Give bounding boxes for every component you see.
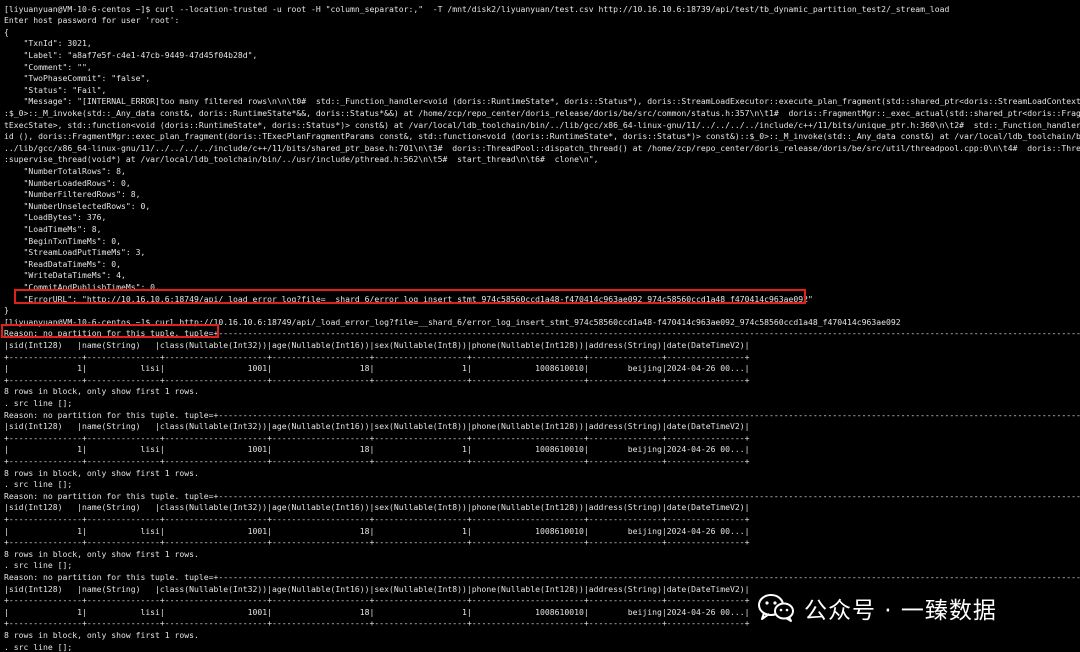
- wechat-icon: [758, 594, 794, 622]
- terminal-line: [liyuanyuan@VM-10-6-centos ~]$ curl --lo…: [4, 3, 950, 14]
- terminal-line: | 1| lisi| 1001| 18| 1| 1008610010| beij…: [4, 606, 750, 617]
- terminal-line: "TwoPhaseCommit": "false",: [4, 73, 151, 84]
- terminal-line: +---------------+---------------+-------…: [4, 513, 750, 524]
- terminal-line: Reason: no partition for this tuple. tup…: [4, 328, 1080, 339]
- terminal-line: | 1| lisi| 1001| 18| 1| 1008610010| beij…: [4, 444, 750, 455]
- terminal-line: +---------------+---------------+-------…: [4, 351, 750, 362]
- terminal-line: +---------------+---------------+-------…: [4, 432, 750, 443]
- terminal-line: | 1| lisi| 1001| 18| 1| 1008610010| beij…: [4, 363, 750, 374]
- terminal-line: tExecState>, std::function<void (doris::…: [4, 119, 1080, 130]
- terminal-line: . src line [];: [4, 397, 73, 408]
- terminal-line: "CommitAndPublishTimeMs": 0,: [4, 281, 160, 292]
- terminal-line: "WriteDataTimeMs": 4,: [4, 270, 126, 281]
- terminal-line: ../lib/gcc/x86_64-linux-gnu/11/../../../…: [4, 142, 1080, 153]
- terminal-line: :supervise_thread(void*) at /var/local/l…: [4, 154, 599, 165]
- terminal-line: 8 rows in block, only show first 1 rows.: [4, 467, 199, 478]
- terminal-line: "NumberUnselectedRows": 0,: [4, 200, 151, 211]
- terminal-line: |sid(Int128) |name(String) |class(Nullab…: [4, 502, 750, 513]
- terminal-line: . src line [];: [4, 560, 73, 571]
- terminal-line: "Comment": "",: [4, 61, 92, 72]
- terminal-line: Reason: no partition for this tuple. tup…: [4, 409, 1080, 420]
- terminal-line: +---------------+---------------+-------…: [4, 618, 750, 629]
- terminal-line: |sid(Int128) |name(String) |class(Nullab…: [4, 339, 750, 350]
- terminal-line: "TxnId": 3021,: [4, 38, 92, 49]
- terminal-line: "Label": "a8af7e5f-c4e1-47cb-9449-47d45f…: [4, 49, 258, 60]
- terminal-line: "Status": "Fail",: [4, 84, 107, 95]
- terminal-line: 8 rows in block, only show first 1 rows.: [4, 629, 199, 640]
- terminal-line: }: [4, 305, 9, 316]
- terminal-line: +---------------+---------------+-------…: [4, 537, 750, 548]
- terminal-line: . src line [];: [4, 641, 73, 652]
- terminal-line: {: [4, 26, 9, 37]
- terminal-line: "NumberTotalRows": 8,: [4, 165, 126, 176]
- terminal-line: Reason: no partition for this tuple. tup…: [4, 571, 1080, 582]
- terminal-line: |sid(Int128) |name(String) |class(Nullab…: [4, 583, 750, 594]
- terminal-line: . src line [];: [4, 479, 73, 490]
- terminal-line: "Message": "[INTERNAL_ERROR]too many fil…: [4, 96, 1080, 107]
- terminal-line: |sid(Int128) |name(String) |class(Nullab…: [4, 421, 750, 432]
- terminal-line: +---------------+---------------+-------…: [4, 595, 750, 606]
- terminal-line: 8 rows in block, only show first 1 rows.: [4, 386, 199, 397]
- terminal-line: +---------------+---------------+-------…: [4, 455, 750, 466]
- terminal-line: id (), doris::FragmentMgr::exec_plan_fra…: [4, 131, 1080, 142]
- terminal-line: "BeginTxnTimeMs": 0,: [4, 235, 121, 246]
- terminal-line: "ReadDataTimeMs": 0,: [4, 258, 121, 269]
- terminal-line: [liyuanyuan@VM-10-6-centos ~]$ curl http…: [4, 316, 901, 327]
- terminal-line: Enter host password for user 'root':: [4, 15, 180, 26]
- terminal-line: :$_0>::_M_invoke(std::_Any_data const&, …: [4, 107, 1080, 118]
- terminal-line: "NumberFilteredRows": 8,: [4, 189, 141, 200]
- terminal-line: "NumberLoadedRows": 0,: [4, 177, 131, 188]
- terminal-line: "StreamLoadPutTimeMs": 3,: [4, 247, 146, 258]
- terminal-line: "LoadTimeMs": 8,: [4, 223, 102, 234]
- terminal-line: 8 rows in block, only show first 1 rows.: [4, 548, 199, 559]
- terminal-line: "LoadBytes": 376,: [4, 212, 107, 223]
- terminal-line: | 1| lisi| 1001| 18| 1| 1008610010| beij…: [4, 525, 750, 536]
- terminal-window[interactable]: [liyuanyuan@VM-10-6-centos ~]$ curl --lo…: [0, 0, 1080, 652]
- watermark-text: 公众号 · 一臻数据: [804, 598, 997, 624]
- watermark: 公众号 · 一臻数据: [756, 593, 1056, 624]
- terminal-line: +---------------+---------------+-------…: [4, 374, 750, 385]
- terminal-line: Reason: no partition for this tuple. tup…: [4, 490, 1080, 501]
- terminal-line: "ErrorURL": "http://10.16.10.6:18749/api…: [4, 293, 813, 304]
